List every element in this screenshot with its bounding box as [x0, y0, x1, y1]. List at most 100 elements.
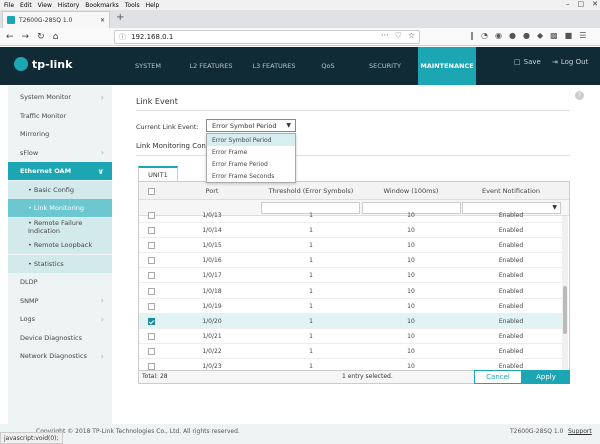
sidebar-item-device-diagnostics[interactable]: Device Diagnostics	[8, 329, 112, 347]
tab-close-icon[interactable]: ✕	[100, 17, 105, 24]
sidebar-item-remote-loopback[interactable]: • Remote Loopback	[8, 236, 112, 254]
dropdown-option[interactable]: Error Frame	[207, 146, 295, 158]
sidebar: System Monitor › Traffic Monitor Mirroring s…	[8, 86, 112, 424]
save-button[interactable]: □ Save	[514, 58, 541, 66]
puzzle-icon[interactable]: ■	[565, 31, 573, 40]
sidebar-item-traffic-monitor[interactable]: Traffic Monitor	[8, 107, 112, 125]
sidebar-item-basic-config[interactable]: • Basic Config	[8, 180, 112, 199]
maximize-button[interactable]: □	[578, 0, 585, 8]
addon-icon[interactable]: ●	[509, 31, 516, 40]
help-icon[interactable]: ?	[575, 91, 584, 100]
row-checkbox[interactable]	[147, 227, 155, 235]
menu-view[interactable]: View	[38, 2, 52, 9]
menu-help[interactable]: Help	[146, 2, 160, 9]
pocket-icon[interactable]: ♡	[395, 31, 402, 40]
row-checkbox[interactable]	[147, 347, 155, 355]
col-threshold[interactable]: Threshold (Error Symbols)	[261, 182, 361, 200]
table-row[interactable]: 1/0/22 1 10 Enabled	[139, 344, 563, 359]
menu-file[interactable]: File	[4, 2, 14, 9]
sidebar-item-statistics[interactable]: • Statistics	[8, 254, 112, 273]
forward-icon[interactable]: →	[22, 32, 30, 42]
extension-icon[interactable]: ●	[523, 31, 530, 40]
nav-l2-features[interactable]: L2 FEATURES	[178, 47, 244, 85]
cell-notification: Enabled	[498, 347, 524, 355]
cell-notification: Enabled	[498, 317, 524, 325]
cell-window: 10	[407, 287, 415, 295]
sidebar-item-network-diagnostics[interactable]: Network Diagnostics ›	[8, 347, 112, 365]
library-icon[interactable]: ‖	[470, 31, 474, 40]
row-checkbox[interactable]	[147, 272, 155, 280]
back-icon[interactable]: ←	[6, 32, 14, 42]
table-scrollbar[interactable]	[562, 216, 568, 383]
reload-icon[interactable]: ↻	[37, 32, 45, 42]
bookmark-star-icon[interactable]: ☆	[408, 31, 415, 40]
menu-bookmarks[interactable]: Bookmarks	[85, 2, 119, 9]
browser-tab[interactable]: T2600G-28SQ 1.0 ✕	[2, 11, 110, 28]
info-icon[interactable]: ⓘ	[119, 32, 126, 42]
nav-qos[interactable]: QoS	[304, 47, 352, 85]
row-checkbox[interactable]	[147, 317, 155, 325]
menu-icon[interactable]: ☰	[579, 31, 586, 40]
dropdown-option[interactable]: Error Symbol Period	[207, 134, 295, 146]
sidebar-item-logs[interactable]: Logs ›	[8, 310, 112, 328]
row-checkbox[interactable]	[147, 363, 155, 370]
table-row[interactable]: 1/0/15 1 10 Enabled	[139, 238, 563, 254]
new-tab-button[interactable]: +	[116, 12, 124, 23]
home-icon[interactable]: ⌂	[53, 32, 59, 42]
sidebar-item-remote-failure-indication[interactable]: • Remote Failure Indication	[8, 217, 112, 236]
row-checkbox[interactable]	[147, 212, 155, 219]
col-event-notification[interactable]: Event Notification	[461, 182, 561, 200]
table-row[interactable]: 1/0/16 1 10 Enabled	[139, 253, 563, 269]
cell-threshold: 1	[309, 242, 313, 250]
nav-maintenance[interactable]: MAINTENANCE	[418, 47, 476, 85]
sync-icon[interactable]: ◉	[495, 31, 502, 40]
page-actions-icon[interactable]: ···	[381, 31, 389, 40]
sidebar-item-link-monitoring[interactable]: • Link Monitoring	[8, 199, 112, 217]
dropdown-option[interactable]: Error Frame Seconds	[207, 170, 295, 182]
sidebar-item-system-monitor[interactable]: System Monitor ›	[8, 88, 112, 106]
sidebar-item-dldp[interactable]: DLDP	[8, 273, 112, 291]
tab-unit1[interactable]: UNIT1	[138, 166, 178, 182]
menu-edit[interactable]: Edit	[20, 2, 32, 9]
current-link-event-select[interactable]: Error Symbol Period ▼	[206, 119, 296, 132]
table-row[interactable]: 1/0/13 1 10 Enabled	[139, 208, 563, 223]
row-checkbox[interactable]	[147, 302, 155, 310]
menu-tools[interactable]: Tools	[125, 2, 140, 9]
row-checkbox[interactable]	[147, 332, 155, 340]
table-row[interactable]: 1/0/21 1 10 Enabled	[139, 329, 563, 344]
nav-system[interactable]: SYSTEM	[118, 47, 178, 85]
url-bar[interactable]: ⓘ 192.168.0.1 ··· ♡ ☆	[114, 30, 420, 44]
row-checkbox[interactable]	[147, 287, 155, 295]
dropdown-option[interactable]: Error Frame Period	[207, 158, 295, 170]
logout-button[interactable]: ⇥ Log Out	[552, 58, 588, 66]
col-port[interactable]: Port	[163, 182, 261, 200]
menu-history[interactable]: History	[58, 2, 79, 9]
cell-threshold: 1	[309, 317, 313, 325]
history-icon[interactable]: ◔	[481, 31, 488, 40]
sidebar-item-sflow[interactable]: sFlow ›	[8, 144, 112, 162]
shield-icon[interactable]: ◆	[537, 31, 543, 40]
table-row[interactable]: 1/0/17 1 10 Enabled	[139, 268, 563, 284]
table-row[interactable]: 1/0/18 1 10 Enabled	[139, 284, 563, 299]
cell-port: 1/0/17	[202, 272, 222, 280]
minimize-button[interactable]: –	[566, 0, 570, 8]
cancel-button[interactable]: Cancel	[474, 370, 522, 384]
cell-port: 1/0/19	[202, 302, 222, 310]
table-row[interactable]: 1/0/19 1 10 Enabled	[139, 299, 563, 314]
sidebar-item-ethernet-oam[interactable]: Ethernet OAM ∨	[8, 162, 112, 180]
row-checkbox[interactable]	[147, 257, 155, 265]
row-checkbox[interactable]	[147, 242, 155, 250]
nav-security[interactable]: SECURITY	[352, 47, 418, 85]
reader-icon[interactable]: ▩	[550, 31, 558, 40]
nav-l3-features[interactable]: L3 FEATURES	[244, 47, 304, 85]
close-window-button[interactable]: ✕	[592, 0, 598, 8]
col-window[interactable]: Window (100ms)	[361, 182, 461, 200]
scrollbar-thumb[interactable]	[563, 286, 567, 334]
select-all-checkbox[interactable]	[147, 187, 155, 195]
sidebar-item-snmp[interactable]: SNMP ›	[8, 292, 112, 310]
table-row[interactable]: 1/0/14 1 10 Enabled	[139, 223, 563, 239]
sidebar-item-mirroring[interactable]: Mirroring	[8, 125, 112, 143]
apply-button[interactable]: Apply	[522, 370, 570, 384]
support-link[interactable]: Support	[568, 428, 592, 435]
table-row[interactable]: 1/0/20 1 10 Enabled	[139, 313, 563, 329]
